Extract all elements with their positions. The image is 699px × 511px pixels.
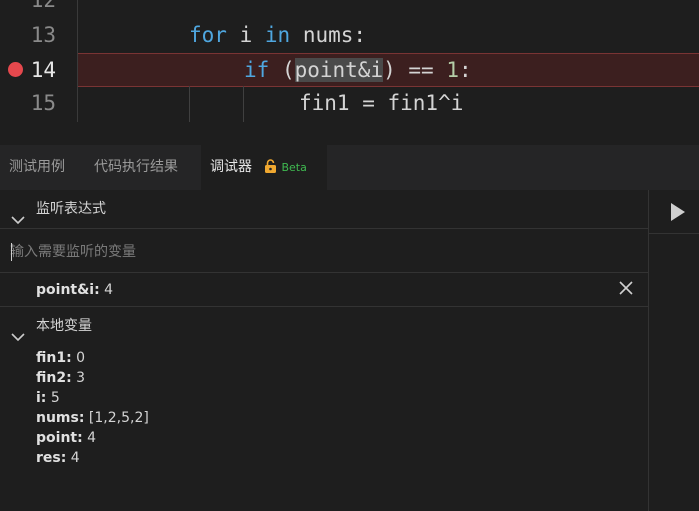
code-editor[interactable]: 12 13 for i in nums: 14 if (point&i) == … bbox=[0, 0, 699, 145]
line-number: 12 bbox=[30, 0, 56, 12]
tab-execution-result[interactable]: 代码执行结果 bbox=[85, 145, 187, 190]
line-number: 13 bbox=[30, 23, 56, 47]
code-line-13[interactable]: 13 for i in nums: bbox=[0, 18, 699, 52]
divider bbox=[0, 228, 648, 229]
beta-badge: Beta bbox=[281, 161, 307, 174]
line-number: 15 bbox=[30, 91, 56, 115]
text-caret bbox=[11, 243, 12, 261]
local-variable-row: i: 5 bbox=[36, 390, 60, 406]
indent-guide bbox=[243, 86, 244, 122]
play-icon bbox=[670, 202, 686, 226]
debugger-panel: 监听表达式 point&i: 4 本地变量 fin1: 0 fin2: 3 i:… bbox=[0, 190, 648, 511]
code-text: fin1 = fin1^i bbox=[299, 91, 464, 115]
local-variable-row: fin1: 0 bbox=[36, 350, 86, 366]
chevron-down-icon bbox=[11, 320, 25, 358]
watch-item: point&i: 4 bbox=[36, 282, 114, 298]
tab-test-cases[interactable]: 测试用例 bbox=[0, 145, 74, 190]
watch-section-title: 监听表达式 bbox=[36, 201, 106, 217]
code-line-12[interactable]: 12 bbox=[0, 0, 699, 17]
code-line-14-current[interactable]: 14 if (point&i) == 1: bbox=[31, 53, 699, 87]
tab-debugger[interactable]: 调试器 Beta bbox=[201, 145, 327, 190]
code-line-15[interactable]: 15 fin1 = fin1^i bbox=[0, 86, 699, 120]
local-variable-row: fin2: 3 bbox=[36, 370, 86, 386]
code-text: if (point&i) == 1: bbox=[244, 58, 472, 82]
debug-controls bbox=[648, 190, 699, 511]
local-variable-row: res: 4 bbox=[36, 450, 80, 466]
local-variable-row: nums: [1,2,5,2] bbox=[36, 410, 149, 426]
panel-tabs: 测试用例 代码执行结果 调试器 Beta bbox=[0, 145, 699, 191]
watch-section-header[interactable]: 监听表达式 bbox=[0, 190, 648, 228]
local-variable-row: point: 4 bbox=[36, 430, 97, 446]
locals-section-title: 本地变量 bbox=[36, 318, 92, 334]
divider bbox=[0, 272, 648, 273]
indent-guide bbox=[189, 86, 190, 122]
locals-section-header[interactable]: 本地变量 bbox=[0, 307, 648, 345]
line-number: 14 bbox=[30, 58, 56, 82]
close-icon[interactable] bbox=[619, 280, 633, 299]
run-button[interactable] bbox=[649, 190, 699, 234]
code-text: for i in nums: bbox=[189, 23, 367, 47]
watch-expression-input[interactable] bbox=[10, 234, 610, 270]
unlock-icon bbox=[264, 147, 277, 192]
